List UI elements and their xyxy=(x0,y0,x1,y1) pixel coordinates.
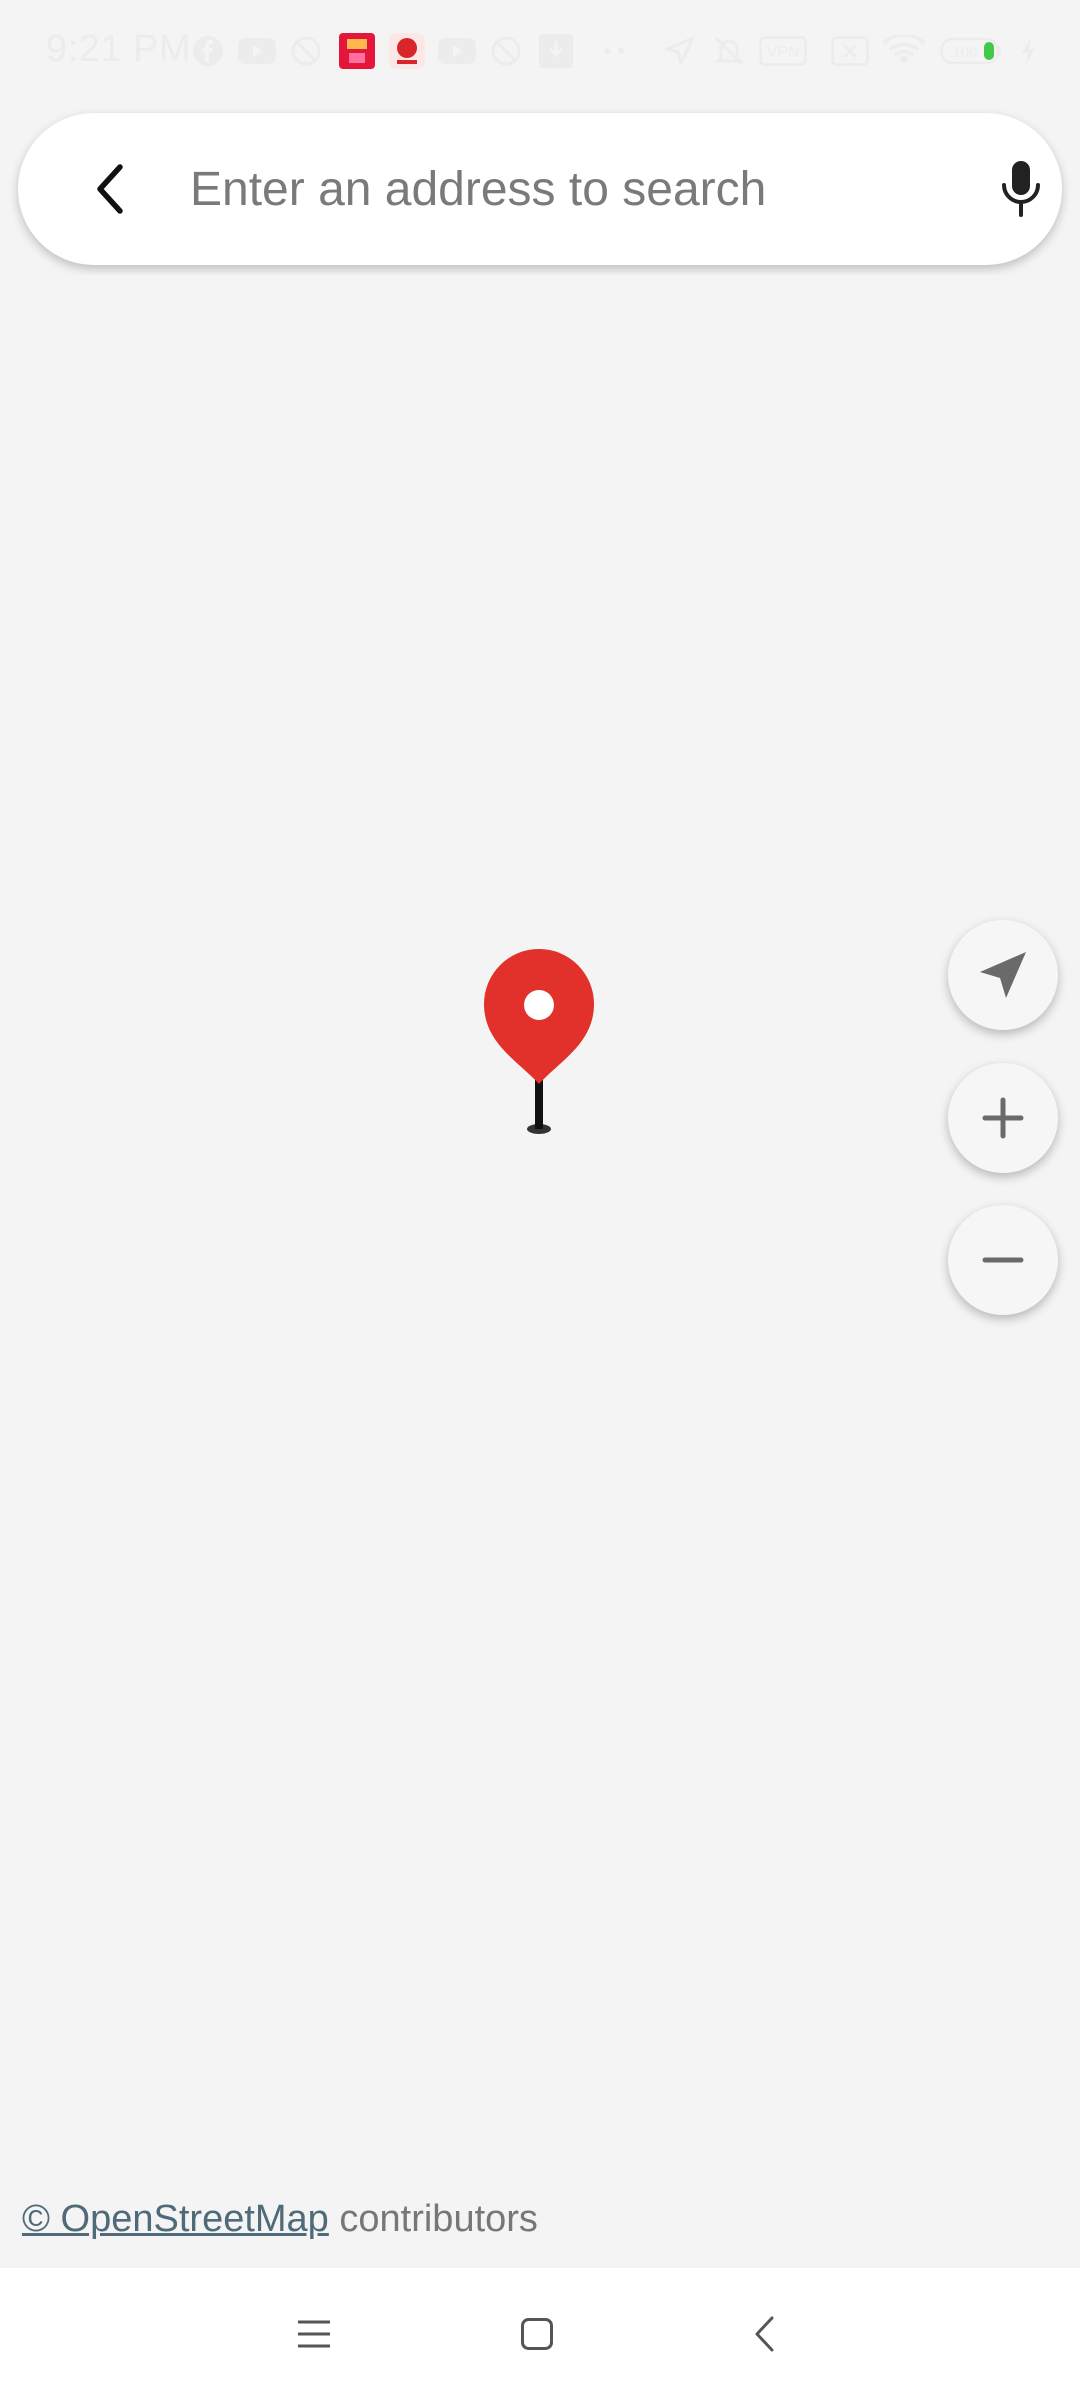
map-attribution: © OpenStreetMap contributors xyxy=(22,2198,538,2241)
system-back-button[interactable] xyxy=(725,2298,805,2370)
bell-muted-icon xyxy=(710,33,748,69)
search-bar xyxy=(18,113,1062,265)
home-icon xyxy=(521,2318,553,2350)
navigation-arrow-icon xyxy=(980,952,1026,998)
battery-level: 100 xyxy=(952,44,977,61)
vpn-label: VPN xyxy=(767,44,800,61)
charging-icon xyxy=(1018,33,1040,69)
mic-icon xyxy=(1002,161,1040,217)
zoom-in-button[interactable] xyxy=(948,1063,1058,1173)
home-button[interactable] xyxy=(497,2298,577,2370)
openstreetmap-link[interactable]: © OpenStreetMap xyxy=(22,2198,329,2240)
download-icon xyxy=(538,33,574,69)
my-location-button[interactable] xyxy=(948,920,1058,1030)
menu-icon xyxy=(298,2320,330,2348)
search-input[interactable] xyxy=(168,149,972,229)
more-notifications-icon xyxy=(598,33,630,69)
system-navigation-bar xyxy=(0,2268,1080,2400)
vpn-icon: VPN xyxy=(758,33,808,69)
app-icon xyxy=(388,33,426,69)
blocked-icon xyxy=(288,33,324,69)
back-button[interactable] xyxy=(72,153,152,225)
recent-apps-button[interactable] xyxy=(274,2298,354,2370)
status-bar: 9:21 PM VPN 100 xyxy=(0,0,1080,100)
status-time: 9:21 PM xyxy=(46,28,192,70)
location-icon xyxy=(662,33,698,69)
back-arrow-icon xyxy=(97,164,123,214)
voice-search-button[interactable] xyxy=(973,149,1069,229)
location-pin-icon xyxy=(484,949,594,1134)
plus-icon xyxy=(982,1097,1024,1139)
back-icon xyxy=(755,2316,774,2352)
wifi-icon xyxy=(882,33,926,69)
zoom-out-button[interactable] xyxy=(948,1205,1058,1315)
youtube-icon xyxy=(236,33,278,69)
attribution-text: contributors xyxy=(328,2198,538,2240)
no-sim-icon xyxy=(830,33,870,69)
battery-icon: 100 xyxy=(940,33,1006,69)
youtube-icon xyxy=(436,33,478,69)
map-view[interactable] xyxy=(0,275,1080,2265)
minus-icon xyxy=(982,1257,1024,1263)
app-icon xyxy=(338,33,376,69)
blocked-icon xyxy=(488,33,524,69)
facebook-icon xyxy=(190,33,226,69)
